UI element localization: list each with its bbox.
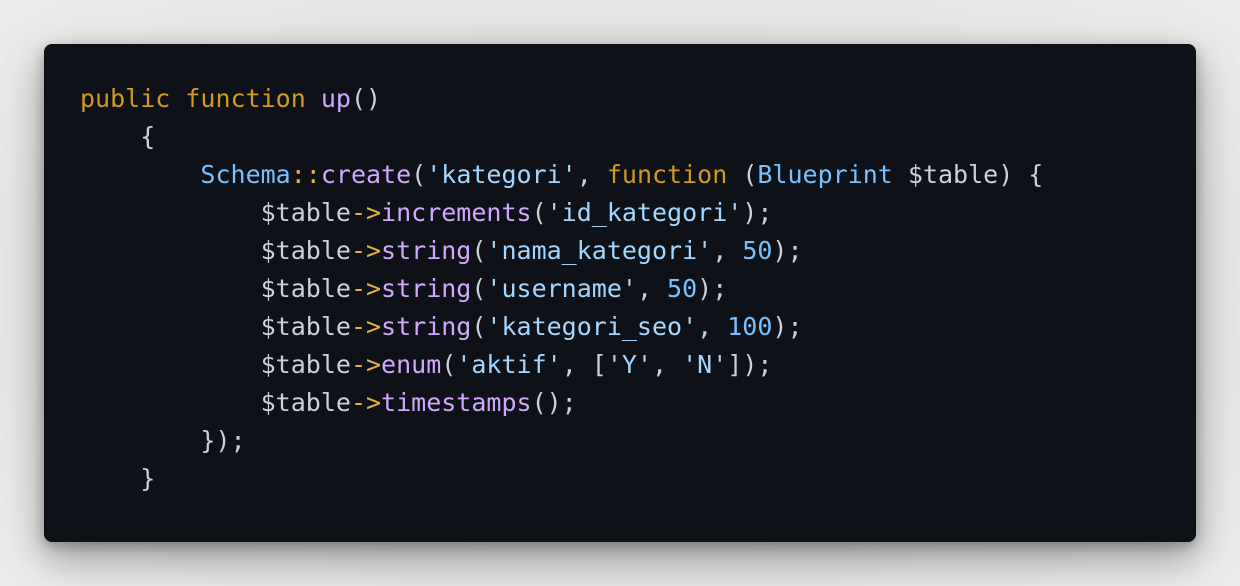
code-token: Blueprint [757,160,893,189]
code-token: -> [350,236,382,265]
code-token: 'N' [682,350,728,379]
code-token: :: [290,160,321,189]
code-token: 'nama_kategori' [486,236,713,265]
code-token: string [381,236,472,265]
code-line: $table->string('username', 50); [80,270,1043,308]
code-token: }); [80,426,246,455]
code-token: , [636,274,668,303]
code-token: create [320,160,412,189]
code-token: } [80,464,156,493]
code-token: $table [80,274,351,303]
code-token: , [712,236,743,265]
code-token: Schema [200,160,291,189]
code-token: ( [727,160,758,189]
code-token: $table) { [892,160,1044,189]
code-block[interactable]: public function up() { Schema::create('k… [80,80,1043,498]
code-token: string [381,274,472,303]
code-token: 50 [742,236,773,265]
code-line: } [80,460,1043,498]
code-token: up [320,84,351,113]
code-token: $table [80,236,351,265]
code-token: -> [350,350,382,379]
code-token: timestamps [381,388,532,417]
code-token: ( [471,236,487,265]
code-line: $table->enum('aktif', ['Y', 'N']); [80,346,1043,384]
code-token: ); [742,198,773,227]
code-token: ]); [727,350,773,379]
code-token: ); [772,236,803,265]
code-token: ); [697,274,728,303]
code-token: , [576,160,607,189]
code-token: public [80,84,171,113]
code-line: public function up() [80,80,1043,118]
code-token: $table [80,198,351,227]
code-token: string [381,312,472,341]
code-token: , [ [561,350,607,379]
code-token: -> [350,312,382,341]
code-token: ); [772,312,803,341]
code-token: ( [411,160,427,189]
code-token: { [80,122,156,151]
code-token: -> [350,274,382,303]
screenshot-backdrop: public function up() { Schema::create('k… [0,0,1240,586]
code-token: $table [80,350,351,379]
code-token: 50 [667,274,698,303]
code-token: 'username' [486,274,637,303]
code-token: 'id_kategori' [546,198,743,227]
code-line: $table->string('nama_kategori', 50); [80,232,1043,270]
code-token: , [652,350,683,379]
code-token: $table [80,388,351,417]
code-token: 'aktif' [456,350,562,379]
code-token: , [697,312,728,341]
code-line: $table->increments('id_kategori'); [80,194,1043,232]
code-token: function [606,160,728,189]
code-line: $table->string('kategori_seo', 100); [80,308,1043,346]
code-token: ( [531,198,547,227]
code-line: Schema::create('kategori', function (Blu… [80,156,1043,194]
code-token: () [350,84,382,113]
code-line: }); [80,422,1043,460]
code-token: -> [350,388,382,417]
code-line: { [80,118,1043,156]
code-snippet-window: public function up() { Schema::create('k… [44,44,1196,542]
code-token: $table [80,312,351,341]
code-token: ( [471,312,487,341]
code-token: (); [531,388,577,417]
code-token: function [185,84,306,113]
code-token: 'Y' [606,350,652,379]
code-token: 'kategori_seo' [486,312,698,341]
code-token: increments [381,198,532,227]
code-token: -> [350,198,382,227]
code-token: enum [381,350,442,379]
code-token: 'kategori' [426,160,577,189]
code-line: $table->timestamps(); [80,384,1043,422]
code-token: 100 [727,312,773,341]
code-token: ( [441,350,457,379]
code-token: ( [471,274,487,303]
